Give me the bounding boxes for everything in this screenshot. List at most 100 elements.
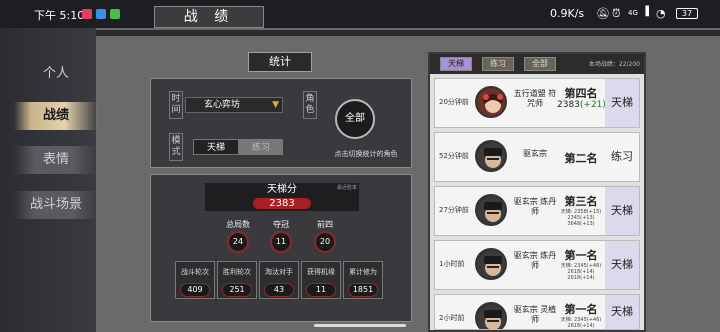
record-time: 1小时前 (439, 260, 465, 268)
signal-label: 4G (628, 9, 638, 17)
signal-icon: ▐ (642, 7, 649, 17)
nav-item-records[interactable]: 战绩 (14, 102, 98, 130)
app-notification-icon (82, 9, 92, 19)
stat-value: 251 (222, 283, 252, 297)
mute-icon: 🔕︎ (596, 7, 610, 20)
top4-value: 20 (314, 231, 336, 253)
ladder-score-number: 2383 (253, 198, 311, 209)
record-mode: 天梯 (605, 187, 639, 235)
record-mode: 天梯 (605, 241, 639, 289)
record-row[interactable]: 52分钟前 驱玄宗 第二名 练习 (434, 132, 640, 182)
mode-tab-ladder[interactable]: 天梯 (193, 139, 239, 155)
stat-box-battle-rounds: 战斗轮次 409 (175, 261, 215, 299)
stat-label: 战斗轮次 (181, 268, 209, 276)
record-row[interactable]: 27分钟前 驱玄宗 炼丹师 第三名 天梯: 2358(+15) 2345(+13… (434, 186, 640, 236)
avatar (475, 194, 507, 226)
score-panel: 天梯分 最近胜率 2383 总局数 24 夺冠 11 前四 20 战斗轮次 40… (150, 174, 412, 322)
mode-label: 模式 (169, 133, 183, 161)
record-character: 驱玄宗 (523, 149, 547, 158)
stat-value: 11 (306, 283, 336, 297)
records-count: 本场战绩：22/200 (588, 61, 640, 68)
record-rank: 第一名 (564, 249, 598, 262)
tab-ladder[interactable]: 天梯 (440, 57, 472, 71)
avatar (475, 140, 507, 172)
battery-icon: 37 (676, 8, 698, 19)
ladder-score-label: 天梯分 最近胜率 (205, 183, 359, 197)
status-bar: 下午 5:10 0.9K/s 🔕︎ ⏰︎ 4G ▐ ◔ 37 (0, 0, 720, 28)
nav-item-battle-scene[interactable]: 战斗场景 (14, 191, 98, 219)
record-mode: 天梯 (605, 79, 639, 127)
stat-value: 1851 (348, 283, 378, 297)
record-rank: 第一名 (564, 303, 598, 316)
stat-box-opportunities: 获得机缘 11 (301, 261, 341, 299)
tab-all[interactable]: 全部 (524, 57, 556, 71)
status-time: 下午 5:10 (34, 9, 85, 22)
record-rank: 第三名 (564, 195, 598, 208)
page-title: 战 绩 (154, 6, 264, 28)
status-right: 0.9K/s 🔕︎ ⏰︎ 4G ▐ ◔ 37 (520, 6, 720, 22)
avatar (475, 302, 507, 329)
wifi-icon: ◔ (656, 7, 666, 20)
record-row[interactable]: 1小时前 驱玄宗 炼丹师 第一名 天梯: 2345(+46) 2618(+14)… (434, 240, 640, 290)
record-row[interactable]: 2小时前 驱玄宗 灵植师 第一名 天梯: 2345(+46) 2618(+14)… (434, 294, 640, 330)
sect-select-value: 玄心弈坊 (204, 100, 241, 110)
app-notification-icon (110, 9, 120, 19)
stat-label: 获得机缘 (307, 268, 335, 276)
stat-box-eliminations: 淘汰对手 43 (259, 261, 299, 299)
nav-item-emotes[interactable]: 表情 (14, 146, 98, 174)
filter-panel: 时间 玄心弈坊 ▼ 角色 模式 天梯 练习 全部 点击切换统计的角色 (150, 78, 412, 168)
stat-label: 胜利轮次 (223, 268, 251, 276)
record-row[interactable]: 20分钟前 五行道盟 符咒师 第四名 2383(+21) 天梯 (434, 78, 640, 128)
ladder-score-title: 天梯分 (267, 184, 297, 195)
all-roles-button[interactable]: 全部 (335, 99, 375, 139)
record-detail: 天梯: 2345(+46) 2618(+14) 2618(+14) (560, 263, 602, 281)
stat-box-cultivation: 累计修为 1851 (343, 261, 383, 299)
total-games-label: 总局数 (226, 220, 250, 229)
avatar (475, 86, 507, 118)
alarm-icon: ⏰︎ (612, 7, 621, 20)
ladder-score-tag: 最近胜率 (336, 185, 357, 191)
wins-value: 11 (270, 231, 292, 253)
mode-tab-practice[interactable]: 练习 (239, 139, 283, 155)
network-speed: 0.9K/s (550, 7, 585, 20)
record-character: 驱玄宗 灵植师 (513, 305, 557, 324)
record-score-value: 2383 (557, 100, 580, 110)
role-label: 角色 (303, 91, 317, 119)
records-panel: 天梯 练习 全部 本场战绩：22/200 20分钟前 五行道盟 符咒师 第四名 … (428, 52, 646, 332)
left-nav: 个人 战绩 表情 战斗场景 (0, 28, 98, 332)
record-detail: 天梯: 2345(+46) 2618(+14) 2618(+14) (560, 317, 602, 329)
all-roles-hint: 点击切换统计的角色 (334, 150, 398, 158)
record-character: 驱玄宗 炼丹师 (513, 197, 557, 216)
stat-value: 43 (264, 283, 294, 297)
stat-label: 累计修为 (349, 268, 377, 276)
stat-label: 淘汰对手 (265, 268, 293, 276)
record-score-delta: (+21) (579, 100, 606, 110)
record-rank: 第二名 (564, 152, 598, 165)
record-rank: 第四名 (564, 87, 598, 100)
app-notification-icon (96, 9, 106, 19)
time-label: 时间 (169, 91, 183, 119)
stat-value: 409 (180, 283, 210, 297)
total-games-value: 24 (227, 231, 249, 253)
record-mode: 天梯 (605, 295, 639, 329)
tab-practice[interactable]: 练习 (482, 57, 514, 71)
record-detail: 天梯: 2358(+15) 2345(+13) 3648(+13) (560, 209, 602, 227)
record-mode: 练习 (605, 133, 639, 181)
ladder-score-value: 2383 (205, 197, 359, 211)
record-character: 五行道盟 符咒师 (513, 89, 557, 108)
avatar (475, 248, 507, 280)
record-time: 2小时前 (439, 314, 465, 322)
record-time: 52分钟前 (439, 152, 469, 160)
sect-select[interactable]: 玄心弈坊 ▼ (185, 97, 283, 113)
home-indicator[interactable] (314, 324, 406, 327)
top4-label: 前四 (317, 220, 333, 229)
records-tabs: 天梯 练习 全部 本场战绩：22/200 (430, 54, 644, 74)
nav-item-personal[interactable]: 个人 (14, 60, 98, 88)
record-character: 驱玄宗 炼丹师 (513, 251, 557, 270)
stats-title: 统计 (248, 52, 312, 72)
stat-box-win-rounds: 胜利轮次 251 (217, 261, 257, 299)
chevron-down-icon: ▼ (272, 100, 279, 110)
wins-label: 夺冠 (273, 220, 289, 229)
record-score: 2383(+21) (557, 100, 606, 110)
title-divider (96, 30, 720, 36)
